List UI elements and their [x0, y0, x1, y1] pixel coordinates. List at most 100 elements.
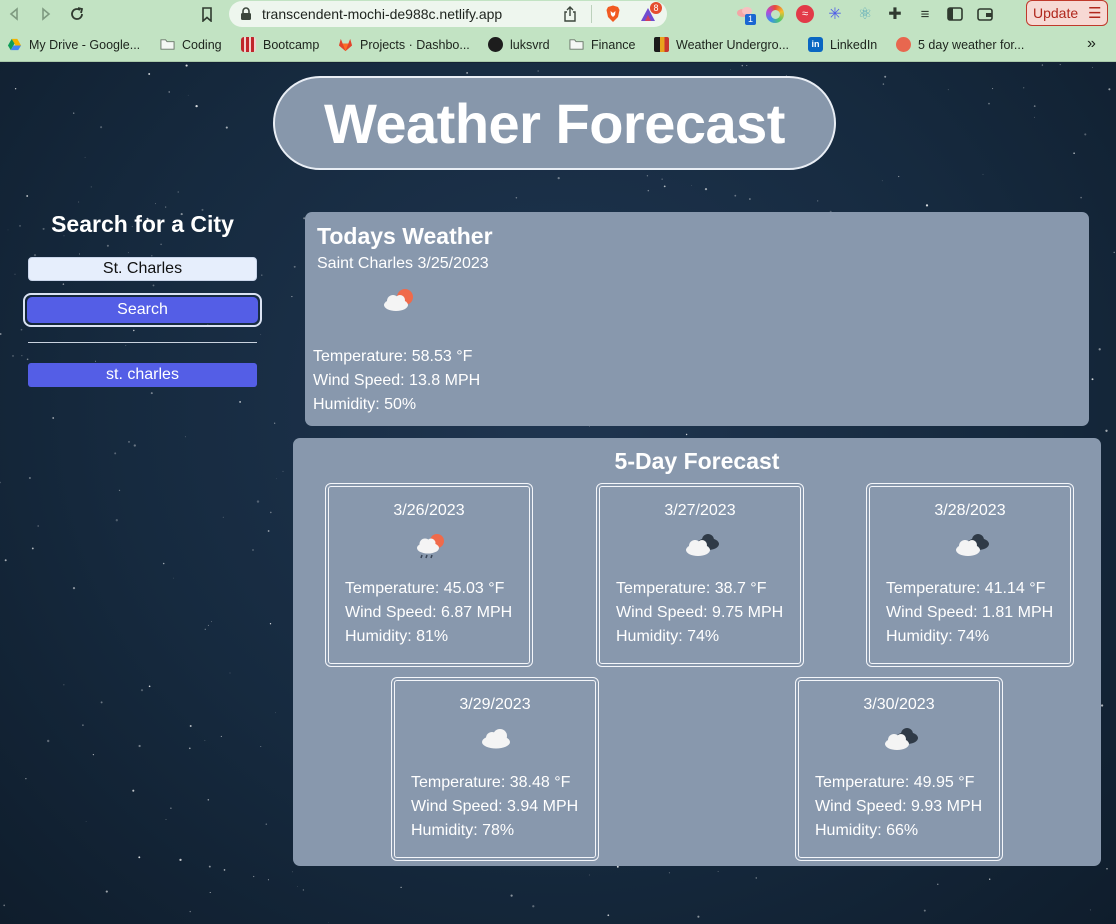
- star: [274, 422, 276, 424]
- star: [85, 821, 87, 822]
- star: [25, 778, 27, 780]
- forecast-date: 3/27/2023: [664, 502, 736, 519]
- today-temperature: Temperature: 58.53 °F: [313, 348, 473, 365]
- url-text: transcendent-mochi-de988c.netlify.app: [262, 6, 503, 22]
- star: [260, 745, 262, 747]
- star: [78, 253, 80, 255]
- star: [275, 712, 276, 714]
- forecast-temperature: Temperature: 41.14 °F: [886, 580, 1046, 597]
- share-icon[interactable]: [563, 6, 577, 22]
- star: [267, 530, 270, 532]
- star: [992, 88, 994, 90]
- forecast-humidity: Humidity: 74%: [886, 628, 990, 645]
- forecast-wind-speed: Wind Speed: 6.87 MPH: [345, 604, 513, 621]
- update-button[interactable]: Update ☰: [1026, 0, 1108, 26]
- cloud-icon: [482, 729, 510, 749]
- todays-weather-card: Todays Weather Saint Charles 3/25/2023 T…: [305, 212, 1089, 426]
- bookmark-label: Coding: [182, 37, 222, 52]
- star: [923, 909, 926, 912]
- star: [260, 334, 262, 335]
- react-devtools-icon[interactable]: ⚛: [856, 5, 874, 23]
- star: [188, 747, 191, 750]
- star: [1106, 867, 1108, 870]
- city-search-input[interactable]: [28, 257, 257, 281]
- forecast-humidity: Humidity: 66%: [815, 822, 919, 839]
- red-extension-icon[interactable]: ≈: [796, 5, 814, 23]
- forecast-date: 3/28/2023: [934, 502, 1006, 519]
- star: [4, 559, 7, 562]
- star: [222, 516, 224, 518]
- star: [150, 392, 153, 395]
- search-history-item[interactable]: st. charles: [28, 363, 257, 387]
- star: [691, 185, 692, 187]
- bookmark-linkedin[interactable]: in LinkedIn: [808, 37, 877, 52]
- back-button[interactable]: [1, 1, 27, 27]
- star: [717, 871, 719, 872]
- search-button[interactable]: Search: [23, 293, 262, 327]
- star: [1092, 67, 1093, 68]
- star: [647, 189, 650, 192]
- address-bar[interactable]: transcendent-mochi-de988c.netlify.app 8: [229, 1, 667, 27]
- star: [165, 206, 167, 208]
- star: [100, 701, 103, 704]
- star: [302, 889, 305, 891]
- star: [1105, 429, 1108, 432]
- bookmarks-overflow-button[interactable]: »: [1087, 35, 1096, 53]
- forecast-heading: 5-Day Forecast: [614, 448, 780, 474]
- forecast-humidity: Humidity: 74%: [616, 628, 720, 645]
- folder-icon: [569, 39, 584, 50]
- star: [1080, 196, 1082, 199]
- star: [90, 186, 92, 188]
- star: [1084, 133, 1087, 136]
- wallet-icon[interactable]: [976, 5, 994, 23]
- lock-icon: [241, 7, 251, 20]
- today-humidity: Humidity: 50%: [313, 396, 417, 413]
- bookmark-page-button[interactable]: [194, 1, 220, 27]
- star: [882, 83, 885, 85]
- star: [755, 877, 757, 879]
- star: [170, 807, 172, 809]
- star: [62, 283, 65, 285]
- star: [293, 265, 296, 268]
- overflow-chevron-icon: »: [1087, 35, 1096, 52]
- page-title: Weather Forecast: [273, 76, 836, 170]
- playlist-icon[interactable]: ≡: [916, 5, 934, 23]
- separator: [591, 5, 592, 23]
- bookmark-projects[interactable]: Projects · Dashbo...: [338, 37, 470, 52]
- star: [162, 562, 165, 565]
- rewards-badge: 8: [650, 2, 662, 14]
- bookmark-5-day-weather[interactable]: 5 day weather for...: [896, 37, 1024, 52]
- star: [663, 185, 666, 188]
- today-location-date: Saint Charles 3/25/2023: [317, 255, 489, 272]
- forecast-date: 3/29/2023: [459, 696, 531, 713]
- star: [253, 875, 255, 878]
- bootcamp-logo-icon: [241, 37, 256, 52]
- weather-site-icon: [896, 37, 911, 52]
- sparkle-extension-icon[interactable]: ✳: [826, 5, 844, 23]
- star: [189, 910, 191, 913]
- sidebar-toggle-icon[interactable]: [946, 5, 964, 23]
- reload-button[interactable]: [64, 1, 90, 27]
- star: [210, 621, 213, 623]
- bookmark-my-drive[interactable]: My Drive - Google...: [7, 37, 140, 52]
- star: [1041, 64, 1044, 66]
- star: [261, 274, 263, 276]
- forward-button[interactable]: [33, 1, 59, 27]
- star: [204, 740, 206, 741]
- bookmark-bootcamp[interactable]: Bootcamp: [241, 37, 319, 52]
- star: [106, 244, 109, 247]
- brave-shield-icon[interactable]: [605, 5, 621, 23]
- star: [78, 201, 80, 203]
- bookmark-luksvrd[interactable]: luksvrd: [488, 37, 550, 52]
- star: [165, 819, 167, 820]
- forecast-temperature: Temperature: 38.48 °F: [411, 774, 571, 791]
- star: [128, 441, 130, 443]
- star: [704, 187, 708, 191]
- bookmark-coding[interactable]: Coding: [160, 37, 222, 52]
- bookmark-finance[interactable]: Finance: [569, 37, 635, 52]
- star: [1091, 378, 1094, 381]
- puzzle-extensions-icon[interactable]: ✚: [886, 5, 904, 23]
- color-ring-extension-icon[interactable]: [766, 5, 784, 23]
- bookmark-weather-underground[interactable]: Weather Undergro...: [654, 37, 789, 52]
- extension-icon-1[interactable]: 1: [736, 5, 756, 25]
